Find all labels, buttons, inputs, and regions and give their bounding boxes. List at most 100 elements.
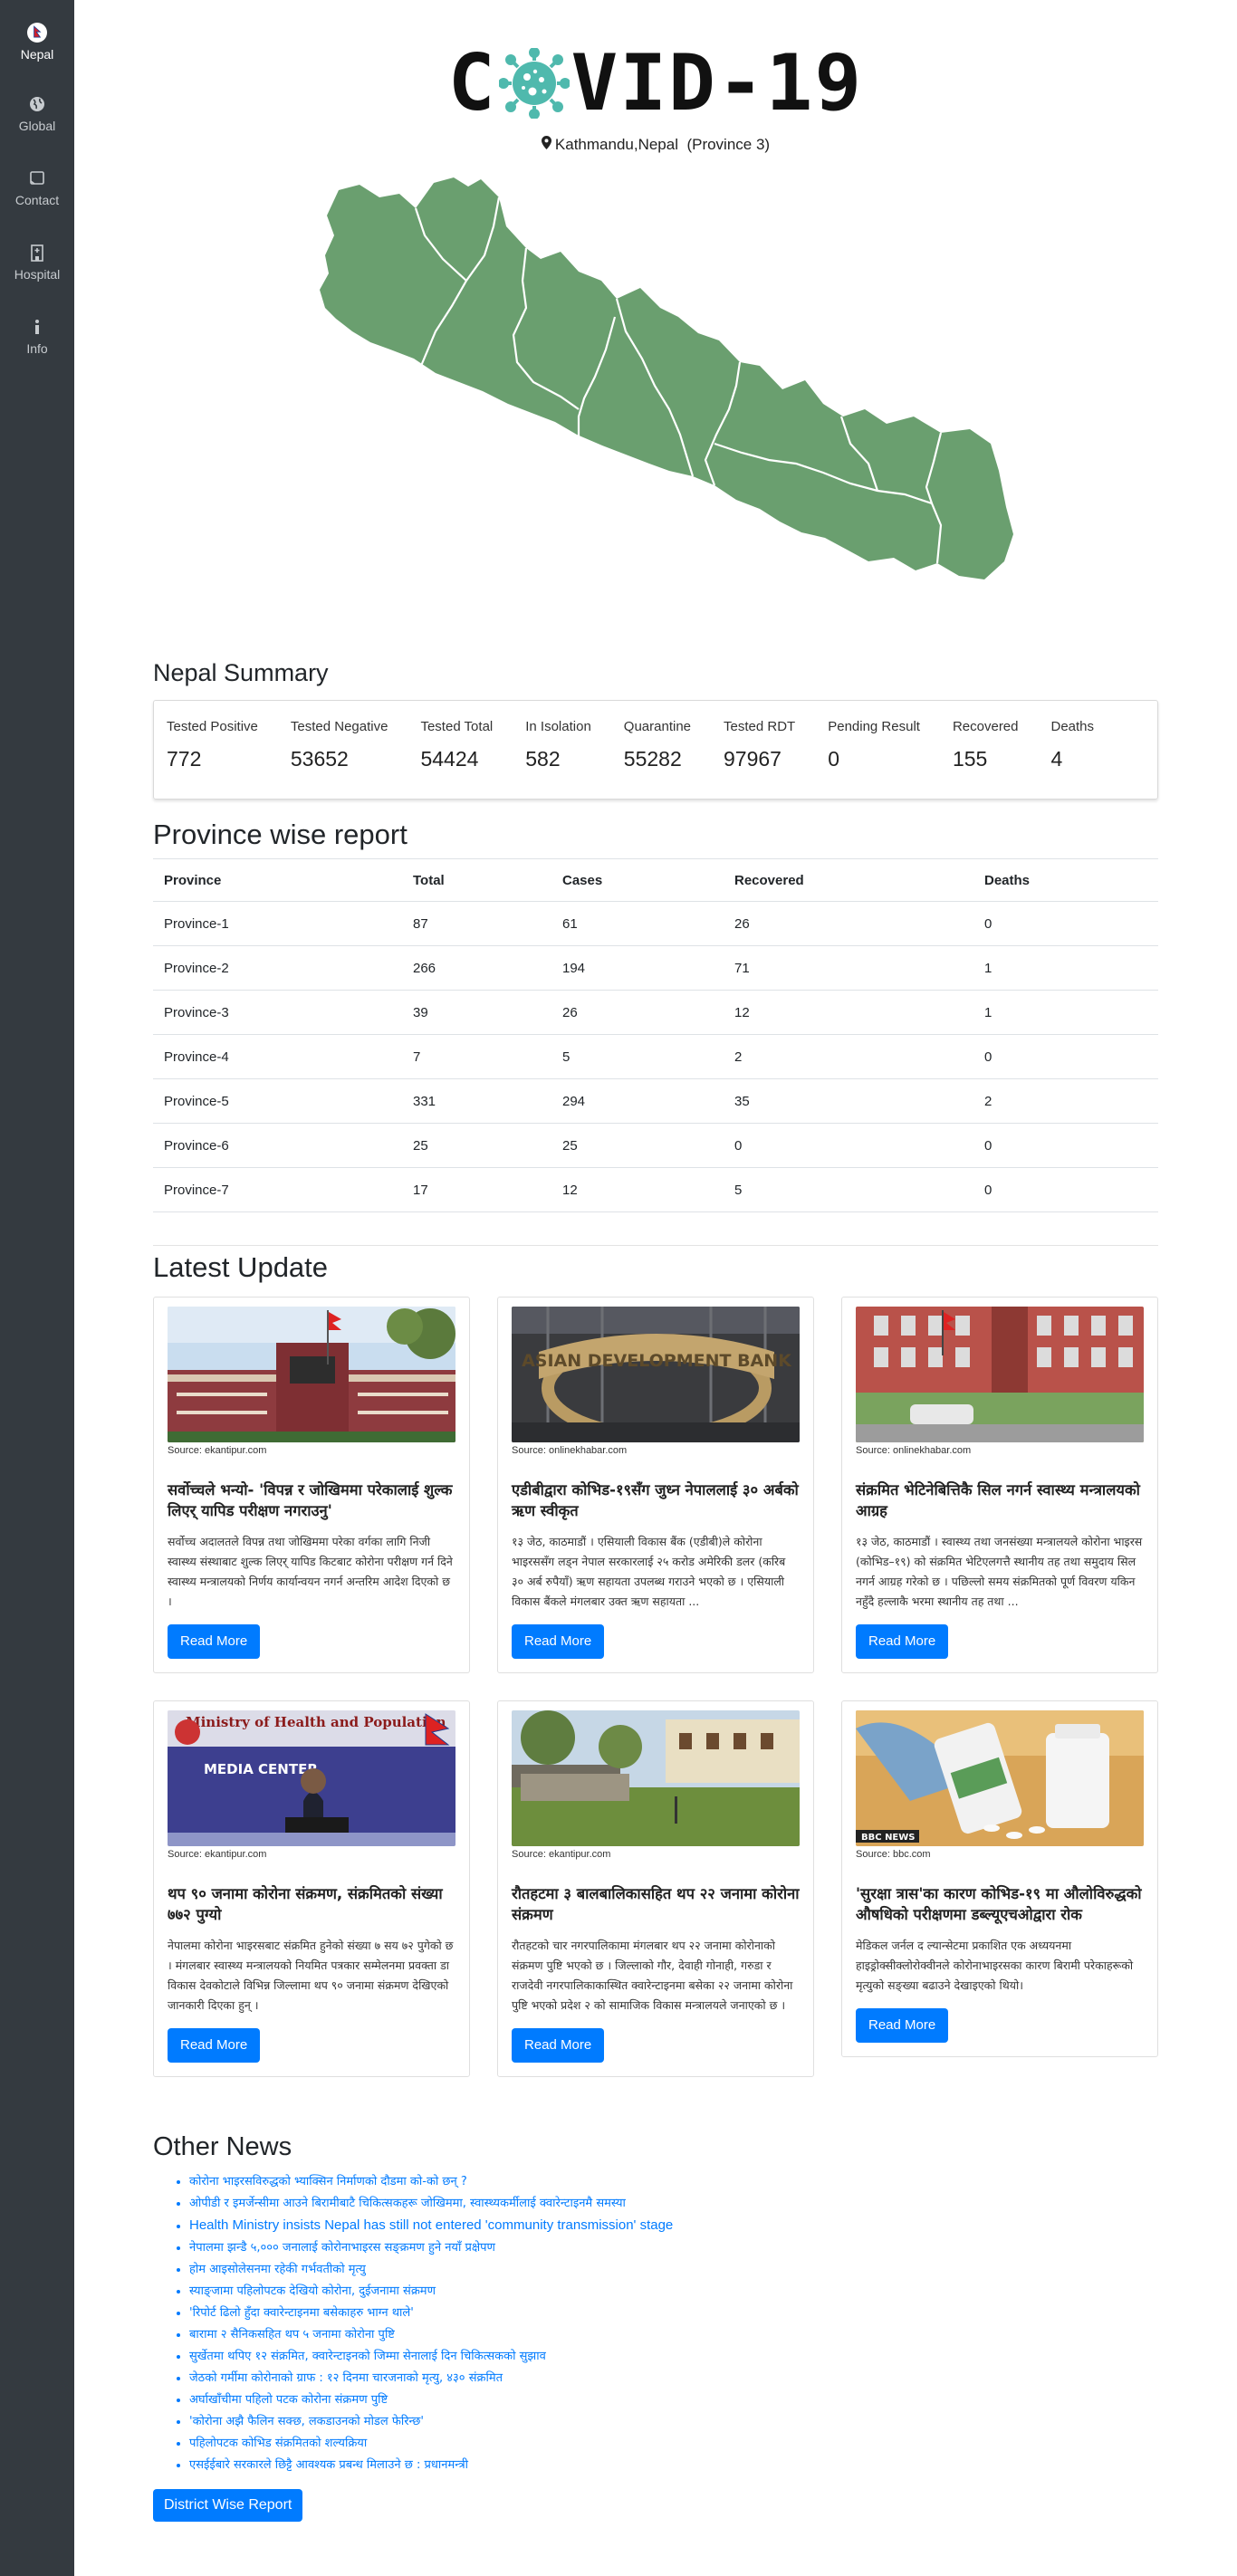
stat-label: Recovered bbox=[952, 719, 1019, 734]
stat-tested-rdt: Tested RDT 97967 bbox=[724, 719, 795, 799]
news-excerpt: १३ जेठ, काठमाडौं । स्वास्थ्य तथा जनसंख्य… bbox=[856, 1535, 1143, 1608]
table-row: Province-6 25 25 0 0 bbox=[153, 1123, 1158, 1168]
list-item: एसईईबारे सरकारले छिट्टै आवश्यक प्रबन्ध म… bbox=[189, 2455, 1158, 2476]
news-thumbnail-adb[interactable]: ASIAN DEVELOPMENT BANK bbox=[512, 1307, 800, 1442]
news-cards: Source: ekantipur.com सर्वोच्चले भन्यो- … bbox=[153, 1297, 1158, 2077]
list-item: 'कोरोना अझै फैलिन सक्छ, लकडाउनको मोडल फे… bbox=[189, 2411, 1158, 2433]
news-card: Source: ekantipur.com सर्वोच्चले भन्यो- … bbox=[153, 1297, 470, 1673]
svg-text:ASIAN DEVELOPMENT BANK: ASIAN DEVELOPMENT BANK bbox=[522, 1351, 792, 1371]
list-item: अर्घाखाँचीमा पहिलो पटक कोरोना संक्रमण पु… bbox=[189, 2389, 1158, 2411]
stat-value: 54424 bbox=[420, 747, 479, 771]
read-more-button[interactable]: Read More bbox=[512, 2028, 605, 2063]
stat-value: 97967 bbox=[724, 747, 782, 771]
table-cell: 1 bbox=[973, 990, 1158, 1035]
table-cell: 5 bbox=[724, 1167, 973, 1212]
table-row: Province-1 87 61 26 0 bbox=[153, 901, 1158, 946]
news-link[interactable]: अर्घाखाँचीमा पहिलो पटक कोरोना संक्रमण पु… bbox=[189, 2393, 388, 2407]
table-cell: 5 bbox=[551, 1034, 724, 1079]
news-thumbnail-briefing[interactable]: Ministry of Health and Population MEDIA … bbox=[168, 1710, 455, 1846]
news-card: ASIAN DEVELOPMENT BANK Source: onlinekha… bbox=[497, 1297, 814, 1673]
stat-label: In Isolation bbox=[525, 719, 591, 734]
location-text: Kathmandu,Nepal (Province 3) bbox=[554, 136, 771, 153]
stat-label: Tested Positive bbox=[167, 719, 258, 734]
column-header: Cases bbox=[551, 858, 724, 902]
stat-value: 4 bbox=[1050, 747, 1063, 771]
news-link[interactable]: सुर्खेतमा थपिए १२ संक्रमित, क्वारेन्टाइन… bbox=[189, 2350, 546, 2363]
table-cell: Province-4 bbox=[153, 1034, 402, 1079]
location-line: Kathmandu,Nepal (Province 3) bbox=[153, 136, 1158, 154]
list-item: कोरोना भाइरसविरुद्धको भ्याक्सिन निर्माणक… bbox=[189, 2171, 1158, 2193]
nepal-summary: Nepal Summary Tested Positive 772 Tested … bbox=[153, 659, 1158, 800]
list-item: बारामा २ सैनिकसहित थप ५ जनामा कोरोना पुष… bbox=[189, 2324, 1158, 2346]
table-row: Province-7 17 12 5 0 bbox=[153, 1167, 1158, 1212]
read-more-button[interactable]: Read More bbox=[856, 1624, 949, 1659]
news-link[interactable]: स्याङ्जामा पहिलोपटक देखियो कोरोना, दुईजन… bbox=[189, 2284, 436, 2298]
stat-in-isolation: In Isolation 582 bbox=[525, 719, 591, 799]
read-more-button[interactable]: Read More bbox=[856, 2008, 949, 2043]
table-cell: 294 bbox=[551, 1078, 724, 1124]
sidebar-item-info[interactable]: Info bbox=[0, 299, 74, 373]
table-cell: Province-1 bbox=[153, 901, 402, 946]
table-cell: 12 bbox=[551, 1167, 724, 1212]
news-thumbnail-ministry[interactable] bbox=[856, 1307, 1144, 1442]
table-cell: 1 bbox=[973, 945, 1158, 991]
news-link[interactable]: जेठको गर्मीमा कोरोनाको ग्राफ : १२ दिनमा … bbox=[189, 2371, 503, 2385]
stat-label: Quarantine bbox=[623, 719, 692, 734]
stat-label: Tested Negative bbox=[290, 719, 388, 734]
sidebar-item-label: Nepal bbox=[20, 46, 54, 62]
news-excerpt: रौतहटको चार नगरपालिकामा मंगलबार थप २२ जन… bbox=[512, 1939, 793, 2012]
table-cell: 87 bbox=[402, 901, 551, 946]
summary-title: Nepal Summary bbox=[153, 659, 329, 686]
news-link[interactable]: होम आइसोलेसनमा रहेकी गर्भवतीको मृत्यु bbox=[189, 2263, 366, 2276]
sidebar-item-nepal[interactable]: Nepal bbox=[0, 0, 74, 76]
news-link[interactable]: एसईईबारे सरकारले छिट्टै आवश्यक प्रबन्ध म… bbox=[189, 2458, 468, 2472]
table-cell: 25 bbox=[551, 1123, 724, 1168]
sidebar-item-global[interactable]: Global bbox=[0, 76, 74, 150]
read-more-button[interactable]: Read More bbox=[168, 2028, 261, 2063]
province-title: Province wise report bbox=[153, 819, 408, 850]
district-wise-report-button[interactable]: District Wise Report bbox=[153, 2489, 303, 2522]
latest-update: Latest Update Source: ekantipur.com सर्व… bbox=[153, 1245, 1158, 2077]
news-card: Ministry of Health and Population MEDIA … bbox=[153, 1700, 470, 2077]
news-link[interactable]: कोरोना भाइरसविरुद्धको भ्याक्सिन निर्माणक… bbox=[189, 2175, 467, 2188]
news-thumbnail-medicine[interactable]: BBC NEWS bbox=[856, 1710, 1144, 1846]
list-item: नेपालमा झन्डै ५,००० जनालाई कोरोनाभाइरस स… bbox=[189, 2237, 1158, 2259]
contact-card-icon bbox=[27, 168, 47, 188]
news-thumbnail-quarantine[interactable] bbox=[512, 1710, 800, 1846]
news-link[interactable]: Health Ministry insists Nepal has still … bbox=[189, 2217, 673, 2233]
list-item: Health Ministry insists Nepal has still … bbox=[189, 2215, 1158, 2237]
other-news-list: कोरोना भाइरसविरुद्धको भ्याक्सिन निर्माणक… bbox=[153, 2171, 1158, 2476]
news-link[interactable]: बारामा २ सैनिकसहित थप ५ जनामा कोरोना पुष… bbox=[189, 2328, 395, 2341]
nepal-map-shape[interactable] bbox=[320, 177, 1013, 579]
map-marker-icon bbox=[541, 136, 551, 154]
sidebar-item-contact[interactable]: Contact bbox=[0, 150, 74, 225]
read-more-button[interactable]: Read More bbox=[512, 1624, 605, 1659]
news-link[interactable]: पहिलोपटक कोभिड संक्रमितको शल्यक्रिया bbox=[189, 2437, 367, 2450]
news-source: Source: onlinekhabar.com bbox=[512, 1445, 628, 1456]
news-thumbnail-court[interactable] bbox=[168, 1307, 455, 1442]
stat-quarantine: Quarantine 55282 bbox=[624, 719, 691, 799]
list-item: पहिलोपटक कोभिड संक्रमितको शल्यक्रिया bbox=[189, 2433, 1158, 2455]
table-cell: 266 bbox=[402, 945, 551, 991]
virus-icon bbox=[497, 47, 571, 120]
hero-header: C VID-19 Kathmandu,Nepal (Province 3) bbox=[153, 0, 1158, 154]
news-link[interactable]: ओपीडी र इमर्जेन्सीमा आउने बिरामीबाटै चिक… bbox=[189, 2197, 626, 2210]
other-news-title: Other News bbox=[153, 2132, 292, 2161]
sidebar-item-hospital[interactable]: Hospital bbox=[0, 225, 74, 299]
latest-title: Latest Update bbox=[153, 1245, 1158, 1284]
news-link[interactable]: 'कोरोना अझै फैलिन सक्छ, लकडाउनको मोडल फे… bbox=[189, 2415, 424, 2428]
stat-tested-positive: Tested Positive 772 bbox=[167, 719, 258, 799]
table-cell: 39 bbox=[402, 990, 551, 1035]
news-link[interactable]: 'रिपोर्ट ढिलो हुँदा क्वारेन्टाइनमा बसेका… bbox=[189, 2306, 414, 2320]
list-item: सुर्खेतमा थपिए १२ संक्रमित, क्वारेन्टाइन… bbox=[189, 2346, 1158, 2368]
news-excerpt: सर्वोच्च अदालतले विपन्न तथा जोखिममा परेक… bbox=[168, 1535, 453, 1608]
stat-value: 155 bbox=[952, 747, 988, 771]
stat-label: Tested Total bbox=[420, 719, 494, 734]
table-cell: Province-5 bbox=[153, 1078, 402, 1124]
news-link[interactable]: नेपालमा झन्डै ५,००० जनालाई कोरोनाभाइरस स… bbox=[189, 2241, 495, 2255]
read-more-button[interactable]: Read More bbox=[168, 1624, 261, 1659]
table-header-row: Province Total Cases Recovered Deaths bbox=[153, 858, 1158, 902]
sidebar-item-label: Contact bbox=[14, 192, 60, 207]
stat-value: 582 bbox=[525, 747, 561, 771]
stat-deaths: Deaths 4 bbox=[1051, 719, 1095, 799]
